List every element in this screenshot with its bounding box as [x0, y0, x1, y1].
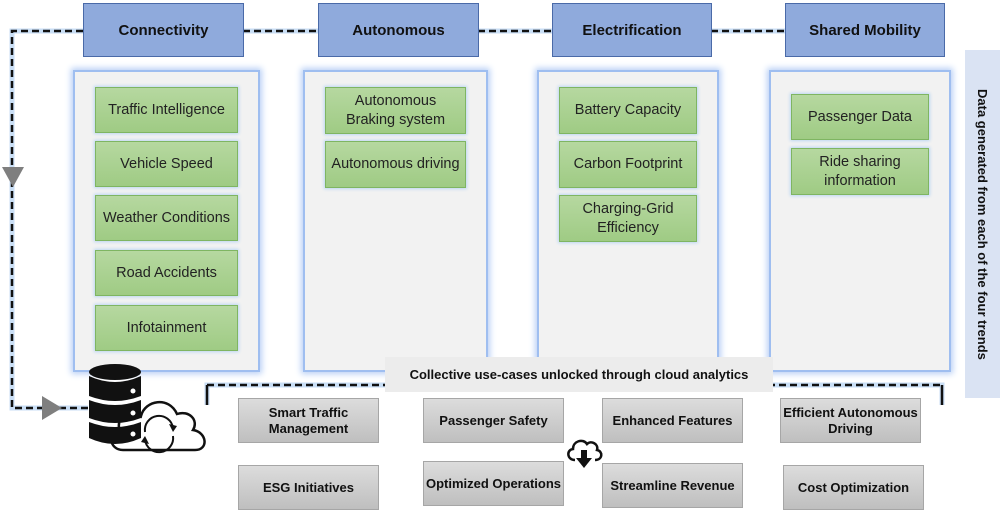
data-item: Ride sharing information [791, 148, 929, 195]
panel-electrification: Battery Capacity Carbon Footprint Chargi… [537, 70, 719, 372]
use-case-efficient-autonomous-driving: Efficient Autonomous Driving [780, 398, 921, 443]
data-item: Passenger Data [791, 94, 929, 140]
use-case-esg-initiatives: ESG Initiatives [238, 465, 379, 510]
use-case-smart-traffic-management: Smart Traffic Management [238, 398, 379, 443]
trend-header-connectivity: Connectivity [83, 3, 244, 57]
data-item: Traffic Intelligence [95, 87, 238, 133]
data-item: Battery Capacity [559, 87, 697, 134]
side-label: Data generated from each of the four tre… [965, 50, 1000, 398]
data-item: Carbon Footprint [559, 141, 697, 188]
data-item: Road Accidents [95, 250, 238, 296]
data-item: Vehicle Speed [95, 141, 238, 187]
data-item: Autonomous driving [325, 141, 466, 188]
data-item: Weather Conditions [95, 195, 238, 241]
data-item: Charging-Grid Efficiency [559, 195, 697, 242]
database-cloud-sync-icon [89, 364, 206, 454]
trend-header-shared-mobility: Shared Mobility [785, 3, 945, 57]
cloud-download-icon [567, 439, 603, 468]
use-case-optimized-operations: Optimized Operations [423, 461, 564, 506]
arrow-right-icon [42, 396, 62, 420]
use-case-passenger-safety: Passenger Safety [423, 398, 564, 443]
data-item: Autonomous Braking system [325, 87, 466, 134]
use-case-enhanced-features: Enhanced Features [602, 398, 743, 443]
trend-header-electrification: Electrification [552, 3, 712, 57]
side-label-text: Data generated from each of the four tre… [975, 88, 990, 360]
panel-connectivity: Traffic Intelligence Vehicle Speed Weath… [73, 70, 260, 372]
use-case-streamline-revenue: Streamline Revenue [602, 463, 743, 508]
panel-shared-mobility: Passenger Data Ride sharing information [769, 70, 951, 372]
use-case-cost-optimization: Cost Optimization [783, 465, 924, 510]
panel-autonomous: Autonomous Braking system Autonomous dri… [303, 70, 488, 372]
collective-use-cases-banner: Collective use-cases unlocked through cl… [385, 357, 773, 392]
trend-header-autonomous: Autonomous [318, 3, 479, 57]
arrow-down-icon [2, 167, 24, 187]
data-item: Infotainment [95, 305, 238, 351]
